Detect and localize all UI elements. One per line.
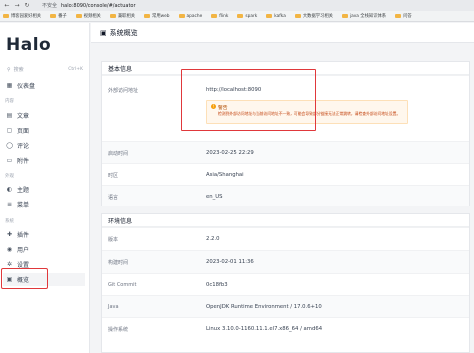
bookmark-item[interactable]: flink xyxy=(211,14,228,19)
dashboard-icon: ▦ xyxy=(6,82,13,89)
page-header: ▣ 系统概览 xyxy=(91,23,474,43)
search-input[interactable]: ⚲ 搜索 Ctrl+K xyxy=(5,64,85,75)
folder-icon: ▭ xyxy=(6,157,13,164)
folder-icon xyxy=(178,14,185,18)
bookmark-item[interactable]: 问答 xyxy=(395,13,412,19)
table-row: 时区 Asia/Shanghai xyxy=(102,163,469,185)
sidebar-item-attachments[interactable]: ▭ 附件 xyxy=(3,154,85,167)
browser-address-bar: ← → ↻ 不安全 halo:8090/console/#/actuator xyxy=(0,0,474,11)
user-icon: ◉ xyxy=(6,246,13,253)
sidebar-item-comments[interactable]: ◯ 评论 xyxy=(3,139,85,152)
group-label-appearance: 外观 xyxy=(5,174,14,179)
label-external-url: 外部访问地址 xyxy=(108,88,139,94)
page-title: 系统概览 xyxy=(109,28,138,37)
search-icon: ⚲ xyxy=(7,66,11,73)
gear-icon: ✲ xyxy=(6,261,13,268)
forward-icon[interactable]: → xyxy=(14,2,20,9)
table-row: Git Commit 0c18fb3 xyxy=(102,273,469,295)
row-value: 2023-02-01 11:36 xyxy=(206,259,254,265)
row-label: Git Commit xyxy=(108,282,137,288)
table-row: 构建时间 2023-02-01 11:36 xyxy=(102,250,469,273)
group-label-content: 内容 xyxy=(5,99,14,104)
folder-icon xyxy=(144,14,151,18)
folder-icon xyxy=(266,14,273,18)
page-icon: ▢ xyxy=(6,127,13,134)
folder-icon xyxy=(395,14,402,18)
table-row: 版本 2.2.0 xyxy=(102,227,469,250)
folder-icon xyxy=(3,14,9,18)
bookmark-item[interactable]: kafka xyxy=(266,14,286,19)
folder-icon xyxy=(341,14,348,18)
bookmark-item[interactable]: apache xyxy=(178,14,202,19)
table-row: 启动时间 2023-02-25 22:29 xyxy=(102,141,469,163)
folder-icon xyxy=(109,14,116,18)
folder-icon xyxy=(50,14,57,18)
table-row: Java OpenJDK Runtime Environment / 17.0.… xyxy=(102,295,469,317)
bookmark-item[interactable]: spark xyxy=(237,14,257,19)
sidebar-item-menus[interactable]: ≡ 菜单 xyxy=(3,198,85,211)
insecure-badge[interactable]: 不安全 xyxy=(42,2,57,9)
row-value: 0c18fb3 xyxy=(206,282,228,288)
table-row: 操作系统 Linux 3.10.0-1160.11.1.el7.x86_64 /… xyxy=(102,317,469,340)
bookmark-item[interactable]: 博客园爱好相关 xyxy=(3,13,41,19)
bookmarks-bar: 博客园爱好相关 番子 视频相关 兼职相关 常用web apache flink … xyxy=(0,11,474,22)
env-info-card: 环境信息 版本 2.2.0 构建时间 2023-02-01 11:36 Git … xyxy=(101,213,470,353)
row-value: 2023-02-25 22:29 xyxy=(206,150,254,156)
comment-icon: ◯ xyxy=(6,142,13,149)
table-row: 语言 en_US xyxy=(102,185,469,206)
document-icon: ▤ xyxy=(6,112,13,119)
bookmark-item[interactable]: 常用web xyxy=(144,13,170,19)
bookmark-item[interactable]: 大数据学习相关 xyxy=(294,13,333,19)
logo[interactable]: Halo xyxy=(6,35,51,55)
sidebar-item-themes[interactable]: ◐ 主题 xyxy=(3,183,85,196)
row-label: 语言 xyxy=(108,195,119,201)
search-shortcut: Ctrl+K xyxy=(68,67,83,72)
annotation-highlight-overview xyxy=(1,268,48,289)
bookmark-item[interactable]: java 全栈知识体系 xyxy=(341,13,386,19)
menu-icon: ≡ xyxy=(6,201,13,208)
sidebar-item-posts[interactable]: ▤ 文章 xyxy=(3,109,85,122)
row-value: OpenJDK Runtime Environment / 17.0.6+10 xyxy=(206,304,322,310)
sidebar-item-users[interactable]: ◉ 用户 xyxy=(3,243,85,256)
folder-icon xyxy=(211,14,218,18)
sidebar-item-dashboard[interactable]: ▦ 仪表盘 xyxy=(3,79,85,92)
sidebar-item-plugins[interactable]: ✚ 插件 xyxy=(3,228,85,241)
back-icon[interactable]: ← xyxy=(4,2,10,9)
row-value: 2.2.0 xyxy=(206,236,220,242)
url-field[interactable]: halo:8090/console/#/actuator xyxy=(61,3,136,9)
folder-icon xyxy=(75,14,82,18)
row-value: Asia/Shanghai xyxy=(206,172,244,178)
palette-icon: ◐ xyxy=(6,186,13,193)
card-title-env: 环境信息 xyxy=(102,214,469,227)
sidebar: Halo ⚲ 搜索 Ctrl+K ▦ 仪表盘 内容 ▤ 文章 ▢ 页面 ◯ 评论… xyxy=(0,23,90,353)
bookmark-item[interactable]: 兼职相关 xyxy=(109,13,135,19)
row-label: 启动时间 xyxy=(108,151,129,157)
sidebar-item-pages[interactable]: ▢ 页面 xyxy=(3,124,85,137)
row-label: 构建时间 xyxy=(108,260,129,266)
row-value: Linux 3.10.0-1160.11.1.el7.x86_64 / amd6… xyxy=(206,326,323,332)
overview-icon: ▣ xyxy=(100,28,107,37)
row-label: 时区 xyxy=(108,173,119,179)
bookmark-item[interactable]: 视频相关 xyxy=(75,13,101,19)
row-label: Java xyxy=(108,304,119,310)
row-label: 操作系统 xyxy=(108,327,129,333)
group-label-system: 系统 xyxy=(5,219,14,224)
reload-icon[interactable]: ↻ xyxy=(24,2,30,9)
bookmark-item[interactable]: 番子 xyxy=(50,13,67,19)
row-value: en_US xyxy=(206,194,223,200)
row-label: 版本 xyxy=(108,237,119,243)
plugin-icon: ✚ xyxy=(6,231,13,238)
search-placeholder: 搜索 xyxy=(13,67,24,73)
folder-icon xyxy=(237,14,244,18)
annotation-highlight-external-url xyxy=(181,69,316,131)
folder-icon xyxy=(294,14,301,18)
